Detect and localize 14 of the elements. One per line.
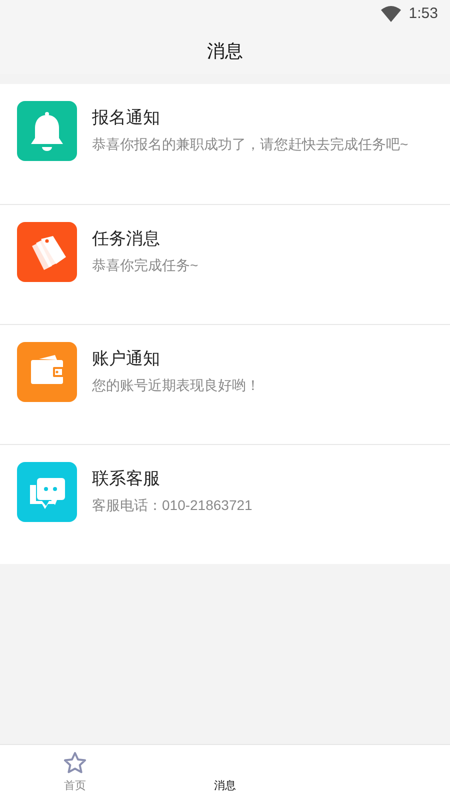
message-title: 联系客服 [92,468,161,490]
message-title: 任务消息 [92,228,161,250]
wifi-icon [380,6,401,22]
message-preview: 恭喜你报名的兼职成功了，请您赶快去完成任务吧~ [92,135,408,154]
page-title: 消息 [207,40,243,62]
message-preview: 您的账号近期表现良好哟！ [92,376,260,395]
tab[interactable]: 消息 [214,778,236,794]
message-title: 账户通知 [92,348,161,370]
tab[interactable]: 首页 [64,778,86,794]
message-preview: 客服电话：010-21863721 [92,496,252,515]
message-preview: 恭喜你完成任务~ [92,256,198,275]
star-icon [62,750,88,776]
status-time: 1:53 [408,4,438,24]
message-title: 报名通知 [92,107,161,129]
